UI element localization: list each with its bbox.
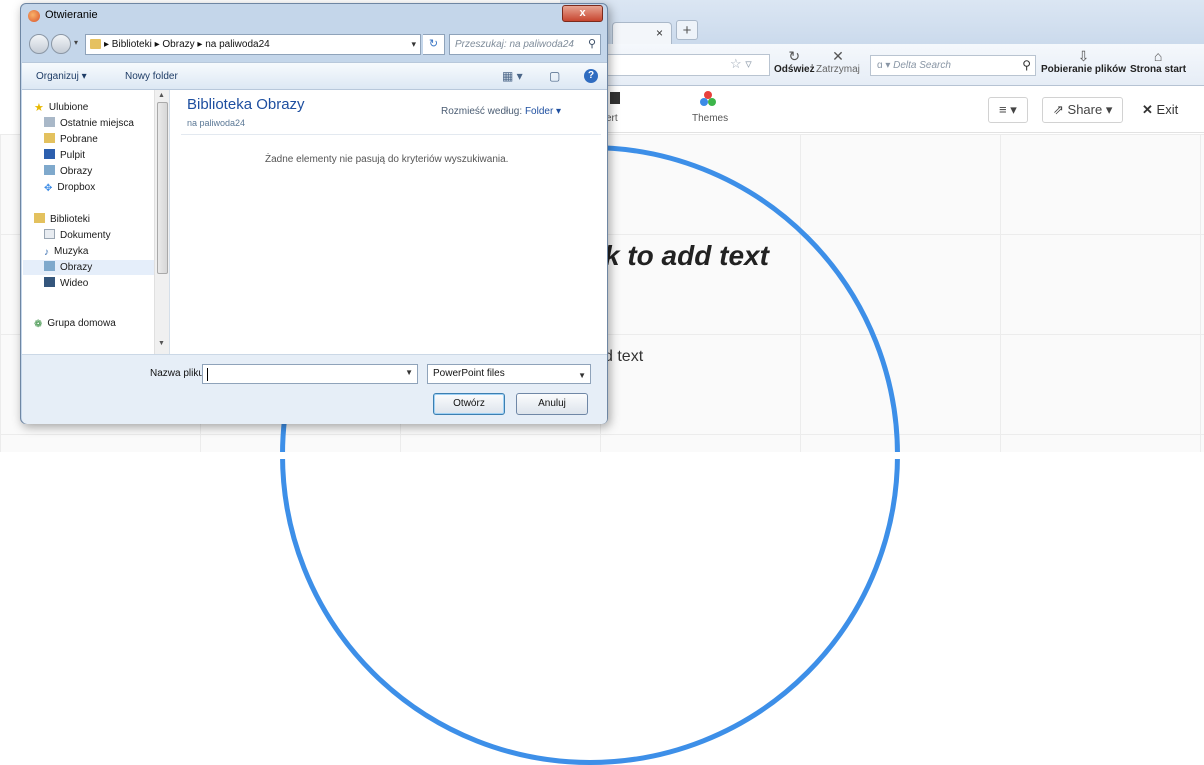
pictures-icon <box>44 261 55 271</box>
download-icon: ⇩ <box>1077 48 1090 64</box>
delta-search-input[interactable]: ɑ ▾ Delta Search ⚲ <box>870 55 1036 76</box>
address-bar[interactable]: ▸ Biblioteki ▸ Obrazy ▸ na paliwoda24 ▾ <box>85 34 421 55</box>
divider <box>181 134 601 135</box>
navigation-bar: ▾ ▸ Biblioteki ▸ Obrazy ▸ na paliwoda24 … <box>29 32 601 58</box>
dialog-footer: Nazwa pliku: ▼ PowerPoint files ▼ Otwórz… <box>22 354 607 424</box>
nav-recent-places[interactable]: Ostatnie miejsca <box>44 116 134 131</box>
homegroup-icon: ❁ <box>34 319 43 330</box>
arrange-by-dropdown[interactable]: Folder ▾ <box>525 106 561 117</box>
dropbox-icon: ✥ <box>44 183 53 194</box>
command-bar: Organizuj ▾ Nowy folder ▦ ▾ ▢ ? <box>22 62 607 90</box>
nav-downloads[interactable]: Pobrane <box>44 132 98 147</box>
themes-label[interactable]: Themes <box>692 113 728 124</box>
open-file-dialog: Otwieranie x ▾ ▸ Biblioteki ▸ Obrazy ▸ n… <box>20 3 608 424</box>
menu-button[interactable]: ≡ ▾ <box>988 97 1028 123</box>
documents-icon <box>44 229 55 239</box>
exit-button[interactable]: ✕ Exit <box>1142 97 1178 123</box>
star-icon: ★ <box>34 102 44 114</box>
desktop-icon <box>44 149 55 159</box>
themes-icon[interactable] <box>700 91 716 107</box>
videos-icon <box>44 277 55 287</box>
downloads-button[interactable]: ⇩ Pobieranie plików <box>1041 48 1126 75</box>
dialog-titlebar[interactable]: Otwieranie x <box>21 4 607 28</box>
title-placeholder[interactable]: k to add text <box>604 240 769 272</box>
scrollbar-thumb[interactable] <box>157 102 168 274</box>
refresh-icon: ↻ <box>788 48 801 64</box>
organize-button[interactable]: Organizuj ▾ <box>36 71 87 82</box>
page-edge <box>0 452 1204 459</box>
library-title: Biblioteka Obrazy <box>187 96 305 113</box>
nav-pictures-library[interactable]: Obrazy <box>23 260 165 275</box>
arrange-by[interactable]: Rozmieść według: Folder ▾ <box>441 106 561 117</box>
filename-dropdown-icon[interactable]: ▼ <box>405 368 413 377</box>
content-pane: Biblioteka Obrazy na paliwoda24 Rozmieść… <box>171 90 607 354</box>
new-tab-button[interactable]: + <box>676 20 698 40</box>
nav-homegroup[interactable]: ❁ Grupa domowa <box>34 316 116 331</box>
dialog-title: Otwieranie <box>45 9 98 21</box>
nav-music[interactable]: ♪ Muzyka <box>44 244 88 259</box>
library-subtitle: na paliwoda24 <box>187 118 246 128</box>
refresh-button[interactable]: ↻ Odśwież <box>774 48 815 75</box>
share-button[interactable]: ⇗ Share ▾ <box>1042 97 1124 123</box>
insert-icon[interactable] <box>610 92 620 104</box>
nav-favorites[interactable]: ★ Ulubione <box>34 100 88 115</box>
recent-places-icon <box>44 117 55 127</box>
close-button[interactable]: x <box>562 5 603 22</box>
exit-icon: ✕ <box>1142 102 1153 117</box>
view-options-icon[interactable]: ▦ ▾ <box>502 69 523 83</box>
nav-videos[interactable]: Wideo <box>44 276 88 291</box>
nav-documents[interactable]: Dokumenty <box>44 228 111 243</box>
folder-icon <box>90 39 101 49</box>
filename-label: Nazwa pliku: <box>150 368 207 379</box>
tab-close-icon[interactable]: × <box>656 26 663 40</box>
refresh-icon[interactable]: ↻ <box>423 34 445 55</box>
cancel-button[interactable]: Anuluj <box>516 393 588 415</box>
navigation-pane: ★ Ulubione Ostatnie miejsca Pobrane Pulpi… <box>22 90 170 354</box>
pictures-icon <box>44 165 55 175</box>
filetype-select[interactable]: PowerPoint files ▼ <box>427 364 591 384</box>
downloads-folder-icon <box>44 133 55 143</box>
help-icon[interactable]: ? <box>584 69 598 83</box>
app-icon <box>28 10 40 22</box>
back-button[interactable] <box>29 34 49 54</box>
search-icon: ⚲ <box>1022 58 1031 72</box>
bookmark-star-icon[interactable]: ☆ ▿ <box>730 56 752 72</box>
scroll-down-icon[interactable]: ▼ <box>158 340 165 347</box>
new-folder-button[interactable]: Nowy folder <box>125 71 178 82</box>
nav-desktop[interactable]: Pulpit <box>44 148 85 163</box>
body-placeholder[interactable]: d text <box>604 348 643 366</box>
filetype-dropdown-icon: ▼ <box>578 371 586 380</box>
forward-button[interactable] <box>51 34 71 54</box>
search-icon: ⚲ <box>587 38 596 50</box>
open-button[interactable]: Otwórz <box>433 393 505 415</box>
scroll-up-icon[interactable]: ▲ <box>158 92 165 99</box>
nav-pictures-fav[interactable]: Obrazy <box>44 164 92 179</box>
nav-scrollbar[interactable]: ▲ ▼ <box>154 90 169 354</box>
recent-locations-dropdown[interactable]: ▾ <box>74 38 78 47</box>
music-icon: ♪ <box>44 247 49 258</box>
text-caret <box>207 368 208 381</box>
stop-icon: ✕ <box>832 48 844 64</box>
address-dropdown-icon[interactable]: ▾ <box>411 35 416 54</box>
libraries-icon <box>34 213 45 223</box>
home-button[interactable]: ⌂ Strona start <box>1130 48 1186 75</box>
home-icon: ⌂ <box>1153 48 1163 64</box>
empty-message: Żadne elementy nie pasują do kryteriów w… <box>265 154 509 165</box>
dialog-body: ★ Ulubione Ostatnie miejsca Pobrane Pulpi… <box>22 90 607 354</box>
filename-input[interactable]: ▼ <box>202 364 418 384</box>
breadcrumb[interactable]: ▸ Biblioteki ▸ Obrazy ▸ na paliwoda24 <box>104 39 270 50</box>
search-input[interactable]: Przeszukaj: na paliwoda24 ⚲ <box>449 34 601 55</box>
nav-dropbox[interactable]: ✥ Dropbox <box>44 180 95 195</box>
stop-button[interactable]: ✕ Zatrzymaj <box>816 48 860 75</box>
nav-libraries[interactable]: Biblioteki <box>34 212 90 227</box>
preview-pane-icon[interactable]: ▢ <box>549 69 560 83</box>
share-icon: ⇗ <box>1053 102 1064 117</box>
